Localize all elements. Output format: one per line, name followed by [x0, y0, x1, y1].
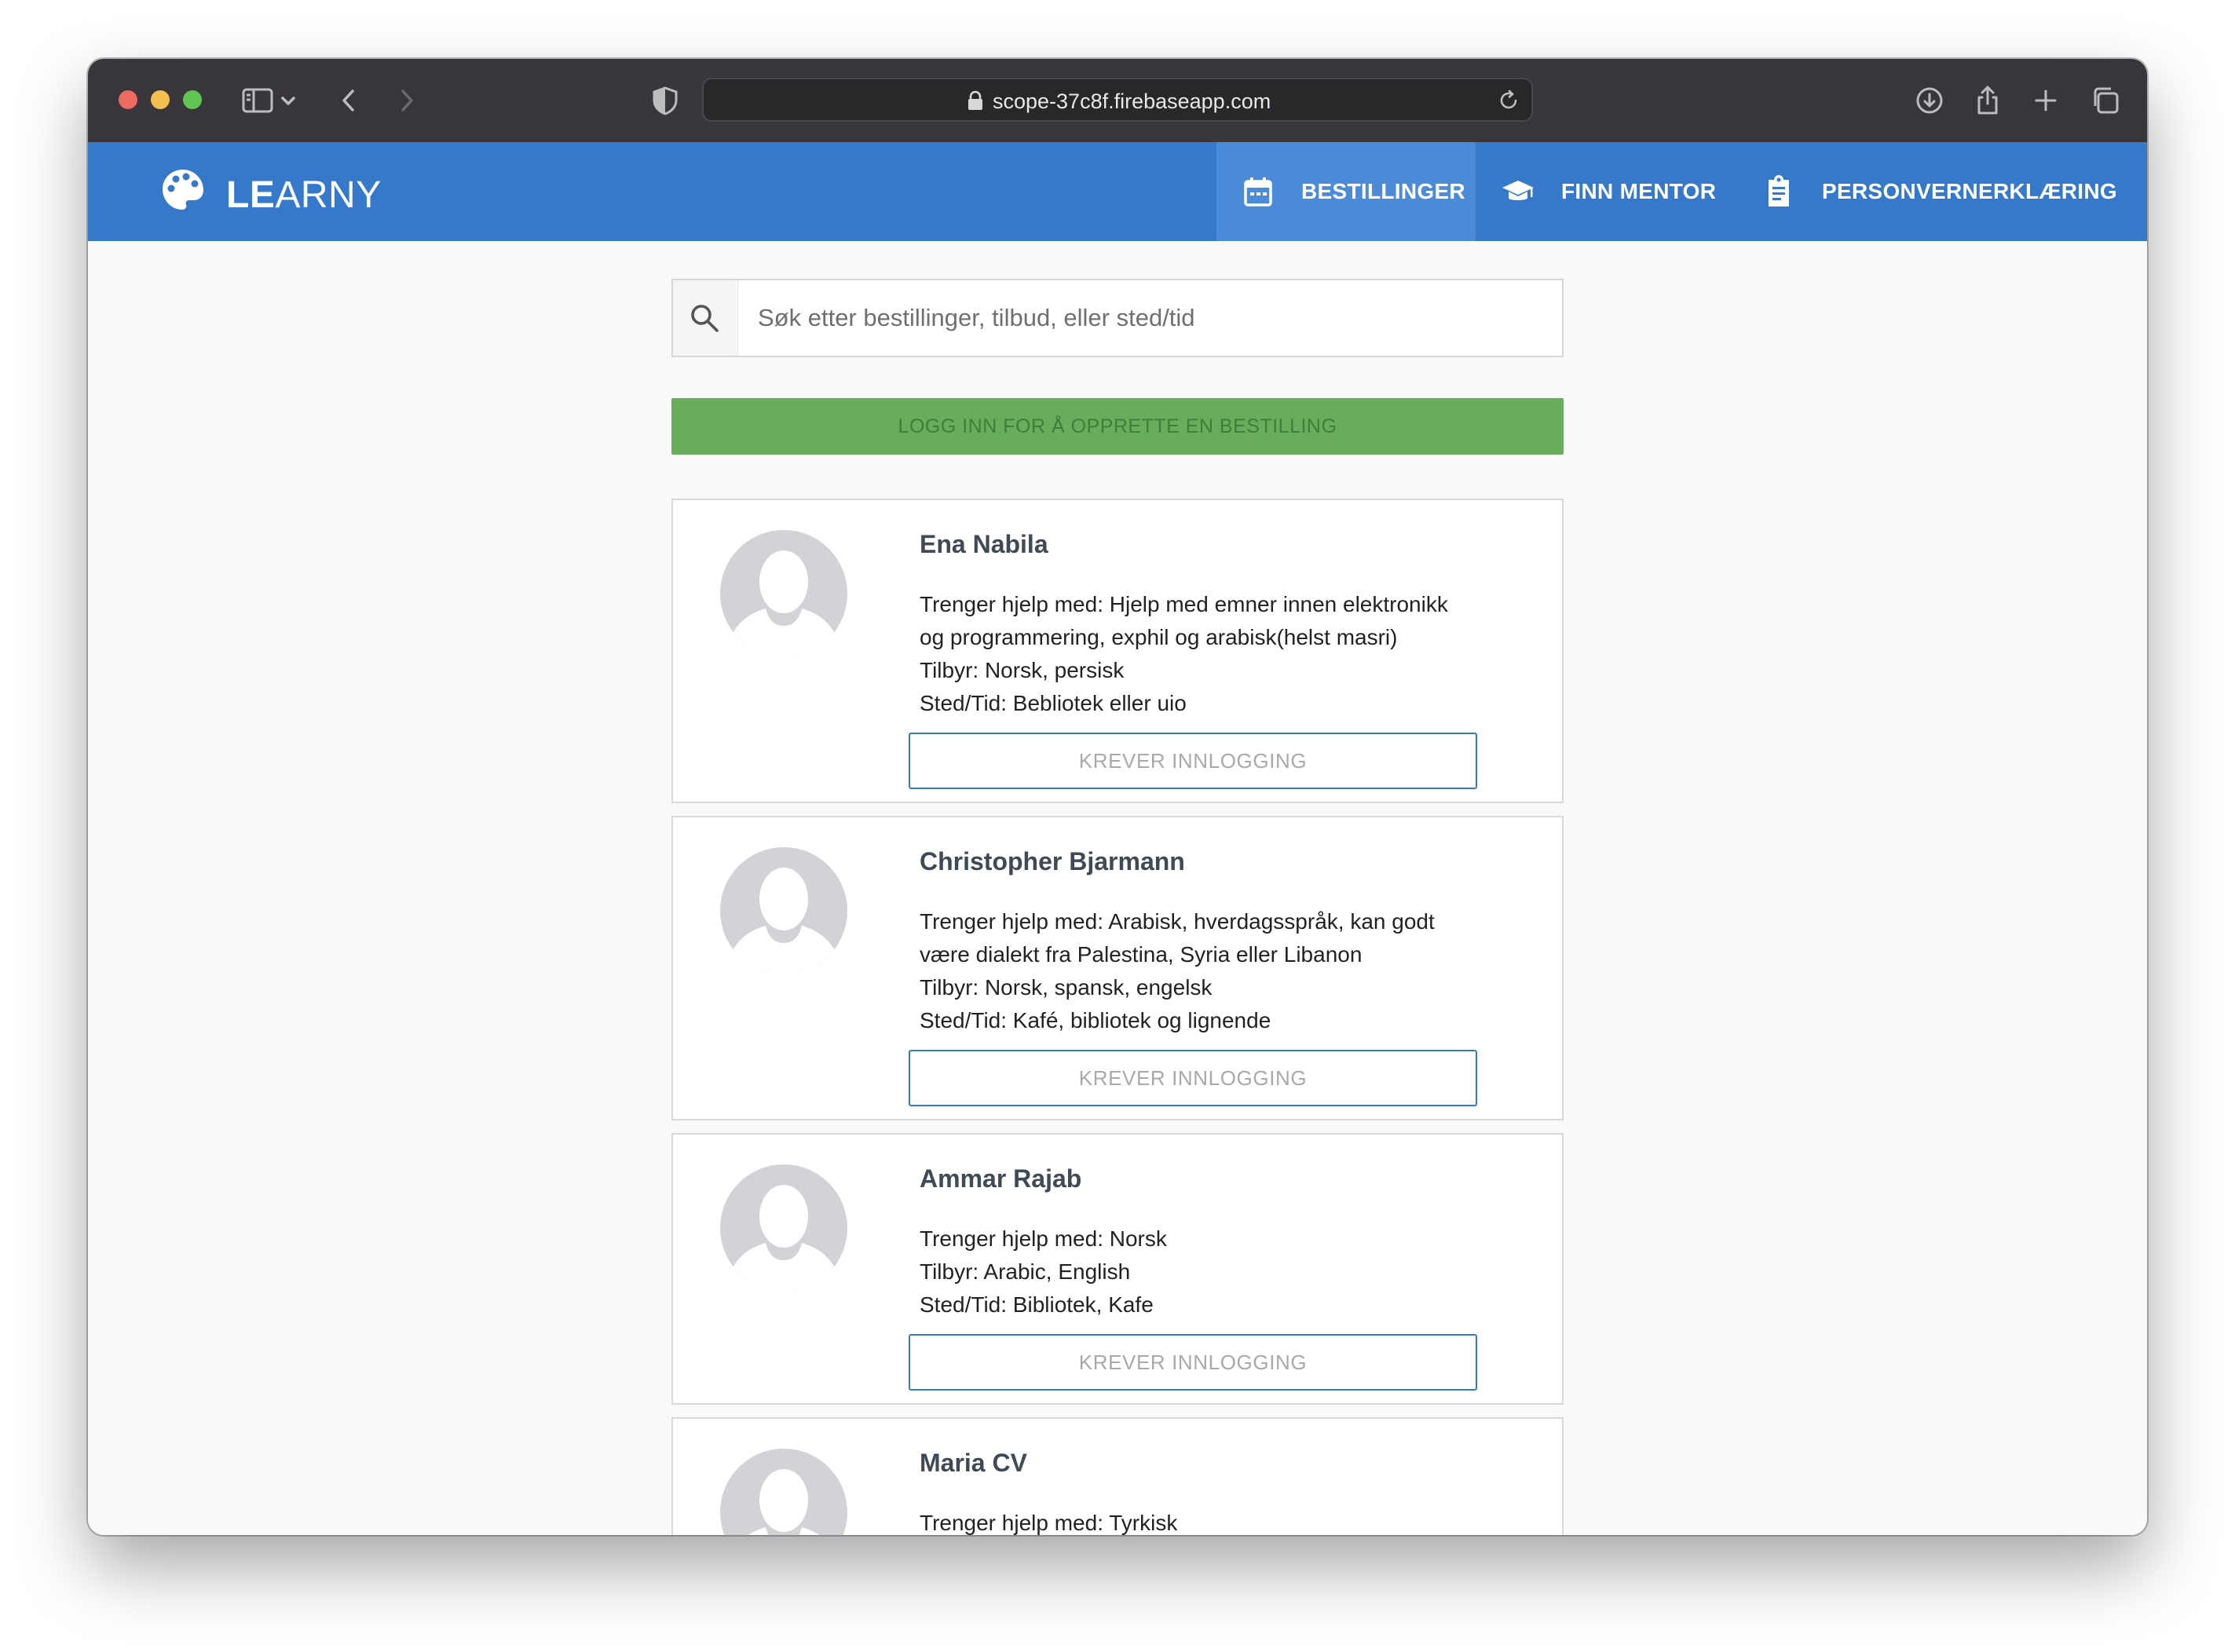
card-details: Trenger hjelp med: Norsk Tilbyr: Arabic,…	[920, 1223, 1469, 1321]
search-input[interactable]	[739, 280, 1560, 356]
lock-icon	[966, 90, 985, 111]
avatar-placeholder-icon	[720, 530, 847, 657]
close-window-button[interactable]	[119, 90, 137, 109]
calendar-icon	[1242, 175, 1275, 208]
card-detail-line: Sted/Tid: Bibliotek, Kafe	[920, 1292, 1154, 1317]
requires-login-button[interactable]: KREVER INNLOGGING	[909, 733, 1477, 789]
card-name: Ammar Rajab	[920, 1164, 1082, 1193]
minimize-window-button[interactable]	[151, 90, 170, 109]
card-detail-line: Tilbyr: Norsk, spansk, engelsk	[920, 975, 1213, 1000]
downloads-icon[interactable]	[1911, 82, 1948, 119]
browser-toolbar: scope-37c8f.firebaseapp.com	[88, 59, 2147, 144]
card-detail-line: Trenger hjelp med: Norsk	[920, 1226, 1167, 1251]
card-detail-line: Sted/Tid: Bebliotek eller uio	[920, 691, 1187, 715]
order-card: Ammar Rajab Trenger hjelp med: Norsk Til…	[671, 1133, 1564, 1405]
card-details: Trenger hjelp med: Tyrkisk	[920, 1507, 1469, 1535]
card-detail-line: og programmering, exphil og arabisk(hels…	[920, 625, 1398, 649]
back-arrow-icon[interactable]	[331, 82, 368, 119]
address-bar[interactable]: scope-37c8f.firebaseapp.com	[702, 78, 1533, 122]
card-detail-line: være dialekt fra Palestina, Syria eller …	[920, 942, 1363, 967]
palette-icon[interactable]	[160, 167, 206, 213]
app-header: LEARNY BESTILLINGER FINN MENTOR PERSONVE…	[88, 142, 2147, 241]
card-detail-line: Tilbyr: Norsk, persisk	[920, 658, 1125, 682]
nav-bestillinger[interactable]: BESTILLINGER	[1216, 142, 1476, 241]
avatar-placeholder-icon	[720, 1164, 847, 1292]
chevron-down-icon[interactable]	[276, 82, 300, 119]
maximize-window-button[interactable]	[183, 90, 202, 109]
order-card: Maria CV Trenger hjelp med: Tyrkisk	[671, 1417, 1564, 1535]
nav-label: FINN MENTOR	[1561, 179, 1717, 203]
card-detail-line: Trenger hjelp med: Hjelp med emner innen…	[920, 592, 1448, 616]
url-text: scope-37c8f.firebaseapp.com	[993, 90, 1271, 113]
search-box	[671, 279, 1564, 357]
card-details: Trenger hjelp med: Hjelp med emner innen…	[920, 588, 1469, 720]
nav-personvernerklaering[interactable]: PERSONVERNERKLÆRING	[1762, 142, 2117, 241]
privacy-shield-icon[interactable]	[647, 82, 683, 119]
search-icon[interactable]	[673, 280, 738, 356]
card-detail-line: Trenger hjelp med: Tyrkisk	[920, 1511, 1178, 1535]
requires-login-button[interactable]: KREVER INNLOGGING	[909, 1334, 1477, 1391]
browser-window: scope-37c8f.firebaseapp.com LEARNY BESTI…	[88, 59, 2147, 1535]
card-detail-line: Trenger hjelp med: Arabisk, hverdagssprå…	[920, 909, 1435, 934]
brand-light: ARNY	[275, 174, 382, 216]
nav-label: BESTILLINGER	[1301, 179, 1465, 203]
tab-overview-icon[interactable]	[2087, 82, 2123, 119]
brand-logo[interactable]: LEARNY	[226, 174, 382, 217]
avatar-placeholder-icon	[720, 847, 847, 974]
main-content: LOGG INN FOR Å OPPRETTE EN BESTILLING En…	[88, 241, 2147, 1535]
forward-arrow-icon[interactable]	[388, 82, 424, 119]
nav-label: PERSONVERNERKLÆRING	[1822, 179, 2117, 203]
card-detail-line: Sted/Tid: Kafé, bibliotek og lignende	[920, 1008, 1271, 1032]
reload-icon[interactable]	[1497, 89, 1520, 112]
nav-finn-mentor[interactable]: FINN MENTOR	[1502, 142, 1716, 241]
order-card: Christopher Bjarmann Trenger hjelp med: …	[671, 816, 1564, 1120]
card-detail-line: Tilbyr: Arabic, English	[920, 1259, 1131, 1284]
requires-login-button[interactable]: KREVER INNLOGGING	[909, 1050, 1477, 1106]
share-icon[interactable]	[1970, 82, 2006, 119]
new-tab-icon[interactable]	[2028, 82, 2064, 119]
login-to-create-order-button[interactable]: LOGG INN FOR Å OPPRETTE EN BESTILLING	[671, 398, 1564, 455]
clipboard-icon	[1762, 175, 1795, 208]
brand-strong: LE	[226, 174, 276, 216]
card-details: Trenger hjelp med: Arabisk, hverdagssprå…	[920, 905, 1469, 1037]
card-name: Christopher Bjarmann	[920, 847, 1185, 875]
card-name: Maria CV	[920, 1449, 1027, 1477]
sidebar-toggle-icon[interactable]	[240, 82, 276, 119]
graduation-cap-icon	[1502, 175, 1535, 208]
order-card: Ena Nabila Trenger hjelp med: Hjelp med …	[671, 499, 1564, 803]
card-name: Ena Nabila	[920, 530, 1048, 558]
avatar-placeholder-icon	[720, 1449, 847, 1535]
